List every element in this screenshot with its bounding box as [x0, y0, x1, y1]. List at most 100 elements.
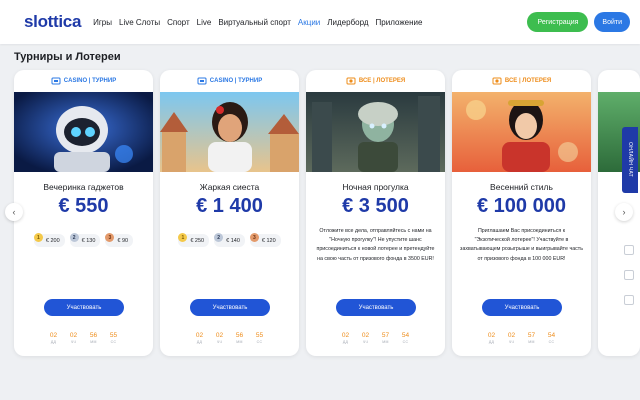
timer-label: ММ — [382, 340, 389, 344]
section-title: Турниры и Лотереи — [14, 51, 121, 63]
countdown-timer: 02 ДД 02 ЧЧ 56 ММ 55 СС — [160, 332, 299, 344]
chevron-left-icon: ‹ — [12, 207, 16, 217]
medal-bronze-icon: 3 — [249, 233, 259, 242]
medal-silver-icon: 2 — [69, 233, 79, 242]
side-widget-icon[interactable] — [624, 295, 634, 305]
timer-label: СС — [256, 340, 263, 344]
card-title: Ночная прогулка — [342, 182, 409, 192]
prize-value: € 250 — [190, 237, 205, 244]
timer-label: ММ — [236, 340, 243, 344]
timer-days: 02 — [341, 332, 350, 339]
card-description: Приглашаем Вас присоединиться к "Экзотич… — [460, 228, 583, 262]
auth-buttons: Регистрация Войти — [527, 12, 630, 32]
prize-item: 1 € 200 — [33, 233, 65, 247]
participate-button[interactable]: Участвовать — [190, 299, 270, 316]
card-title: Вечеринка гаджетов — [43, 182, 124, 192]
slider-next-button[interactable]: › — [615, 203, 633, 221]
card-tag: CASINO | ТУРНИР — [160, 70, 299, 92]
timer-minutes: 57 — [381, 332, 390, 339]
timer-minutes: 57 — [527, 332, 536, 339]
slider-prev-button[interactable]: ‹ — [5, 203, 23, 221]
nav-item-games[interactable]: Игры — [93, 18, 112, 27]
register-button[interactable]: Регистрация — [527, 12, 589, 32]
lottery-card[interactable]: ВСЕ | ЛОТЕРЕЯ Ночная прогулка € 3 500 От… — [306, 70, 445, 356]
prize-item: 2 € 130 — [69, 233, 101, 247]
card-image — [452, 92, 591, 172]
card-tag-label: ВСЕ | ЛОТЕРЕЯ — [358, 78, 406, 84]
casino-icon — [51, 77, 61, 85]
card-tag-label: ВСЕ | ЛОТЕРЕЯ — [504, 78, 552, 84]
card-image — [14, 92, 153, 172]
timer-seconds: 55 — [255, 332, 264, 339]
nav-item-app[interactable]: Приложение — [376, 18, 423, 27]
tournament-card[interactable]: CASINO | ТУРНИР Жаркая сиеста € 1 400 1 €… — [160, 70, 299, 356]
nav-item-leaderboard[interactable]: Лидерборд — [327, 18, 368, 27]
prize-value: € 200 — [45, 237, 60, 244]
card-amount: € 100 000 — [477, 195, 566, 217]
countdown-timer: 02 ДД 02 ЧЧ 56 ММ 55 СС — [14, 332, 153, 344]
site-header: slottica Игры Live Слоты Спорт Live Вирт… — [0, 0, 640, 44]
prize-list: 1 € 250 2 € 140 3 € 120 — [160, 233, 299, 247]
card-amount: € 550 — [58, 195, 109, 217]
prize-item: 2 € 140 — [214, 233, 245, 247]
nav-item-sport[interactable]: Спорт — [167, 18, 190, 27]
timer-days: 02 — [195, 332, 204, 339]
tournament-card[interactable]: CASINO | ТУРНИР Вечеринка гаджетов € 550… — [14, 70, 153, 356]
countdown-timer: 02 ДД 02 ЧЧ 57 ММ 54 СС — [452, 332, 591, 344]
timer-seconds: 55 — [109, 332, 118, 339]
side-widget-icon[interactable] — [624, 270, 634, 280]
medal-gold-icon: 1 — [33, 233, 43, 242]
timer-label: ММ — [90, 340, 97, 344]
timer-hours: 02 — [215, 332, 224, 339]
timer-label: СС — [402, 340, 409, 344]
card-tag-label: CASINO | ТУРНИР — [63, 78, 117, 84]
nav-item-live-slots[interactable]: Live Слоты — [119, 18, 160, 27]
card-title: Жаркая сиеста — [199, 182, 260, 192]
main-nav: Игры Live Слоты Спорт Live Виртуальный с… — [93, 18, 422, 27]
timer-minutes: 56 — [89, 332, 98, 339]
lottery-card[interactable]: ВСЕ | ЛОТЕРЕЯ Весенний стиль € 100 000 П… — [452, 70, 591, 356]
timer-label: ЧЧ — [508, 340, 515, 344]
online-chat-tab[interactable]: ОНЛАЙН ЧАТ — [622, 127, 638, 193]
card-amount: € 3 500 — [342, 195, 409, 217]
timer-label: ДД — [488, 340, 495, 344]
timer-seconds: 54 — [547, 332, 556, 339]
card-tag: CASINO | ТУРНИР — [14, 70, 153, 92]
medal-bronze-icon: 3 — [105, 233, 115, 242]
timer-hours: 02 — [361, 332, 370, 339]
prize-value: € 130 — [81, 237, 96, 244]
participate-button[interactable]: Участвовать — [482, 299, 562, 316]
timer-label: ММ — [528, 340, 535, 344]
prize-value: € 90 — [117, 237, 129, 244]
nav-item-virtual-sport[interactable]: Виртуальный спорт — [218, 18, 291, 27]
medal-gold-icon: 1 — [178, 233, 188, 242]
login-button[interactable]: Войти — [594, 12, 630, 32]
participate-button[interactable]: Участвовать — [336, 299, 416, 316]
countdown-timer: 02 ДД 02 ЧЧ 57 ММ 54 СС — [306, 332, 445, 344]
prize-value: € 140 — [226, 237, 240, 244]
timer-label: ДД — [50, 340, 57, 344]
prize-item: 3 € 120 — [249, 233, 281, 247]
card-title: Весенний стиль — [490, 182, 553, 192]
nav-item-live[interactable]: Live — [197, 18, 212, 27]
card-amount: € 1 400 — [196, 195, 263, 217]
chevron-right-icon: › — [622, 207, 626, 217]
site-logo[interactable]: slottica — [24, 12, 81, 32]
timer-label: ЧЧ — [362, 340, 369, 344]
medal-silver-icon: 2 — [214, 233, 224, 242]
card-description: Отложите все дела, отправляйтесь с нами … — [316, 228, 435, 262]
nav-item-promotions[interactable]: Акции — [298, 18, 320, 27]
participate-button[interactable]: Участвовать — [44, 299, 124, 316]
timer-seconds: 54 — [401, 332, 410, 339]
card-image — [306, 92, 445, 172]
prize-value: € 120 — [261, 237, 276, 244]
lottery-icon — [492, 77, 502, 85]
timer-hours: 02 — [507, 332, 516, 339]
timer-label: ДД — [196, 340, 203, 344]
prize-item: 3 € 90 — [105, 233, 134, 247]
timer-label: СС — [110, 340, 117, 344]
timer-label: ДД — [342, 340, 349, 344]
card-tag-label: CASINO | ТУРНИР — [209, 78, 263, 84]
timer-days: 02 — [487, 332, 496, 339]
side-widget-icon[interactable] — [624, 245, 634, 255]
